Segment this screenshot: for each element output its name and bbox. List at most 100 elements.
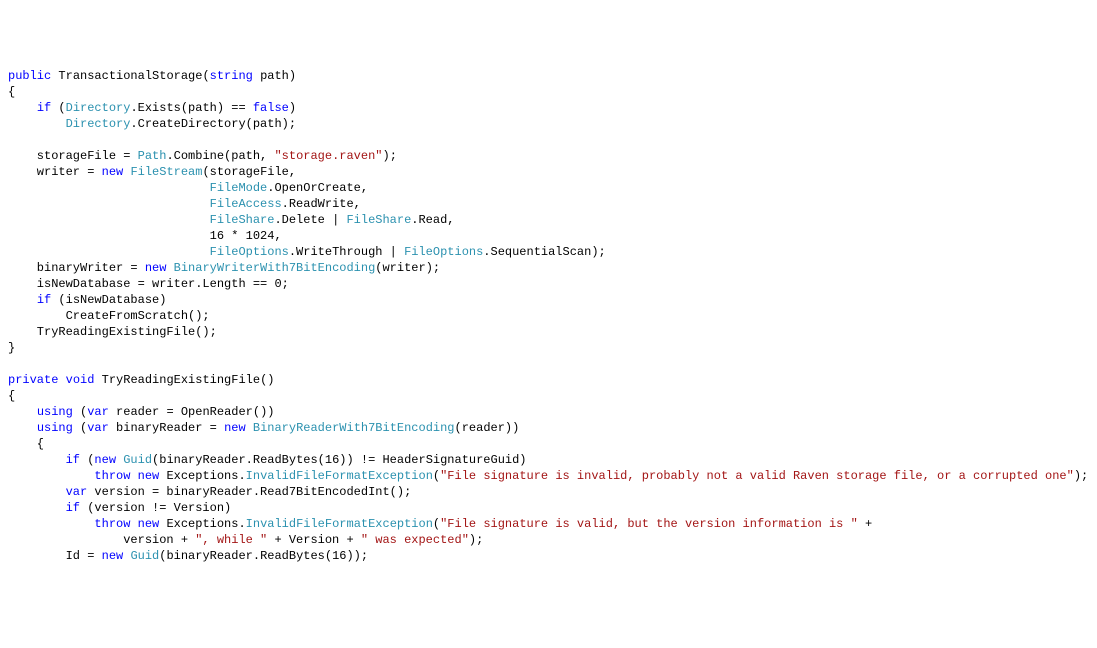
code-token — [246, 421, 253, 435]
code-line[interactable]: if (new Guid(binaryReader.ReadBytes(16))… — [8, 452, 1089, 468]
code-token: string — [210, 69, 253, 83]
code-token — [8, 421, 37, 435]
code-token: ( — [73, 421, 87, 435]
code-line[interactable]: storageFile = Path.Combine(path, "storag… — [8, 148, 1089, 164]
code-line[interactable]: TryReadingExistingFile(); — [8, 324, 1089, 340]
code-token — [8, 517, 94, 531]
code-token: new — [224, 421, 246, 435]
code-line[interactable]: version + ", while " + Version + " was e… — [8, 532, 1089, 548]
code-token — [8, 245, 210, 259]
code-token: "storage.raven" — [274, 149, 382, 163]
code-token: using — [37, 405, 73, 419]
code-token: var — [87, 405, 109, 419]
code-line[interactable]: { — [8, 388, 1089, 404]
code-token: (writer); — [375, 261, 440, 275]
code-line[interactable]: FileShare.Delete | FileShare.Read, — [8, 212, 1089, 228]
code-token: Guid — [130, 549, 159, 563]
code-line[interactable]: FileAccess.ReadWrite, — [8, 196, 1089, 212]
code-token: + Version + — [267, 533, 361, 547]
code-token: FileShare — [346, 213, 411, 227]
code-token: ); — [1074, 469, 1088, 483]
code-token: path) — [253, 69, 296, 83]
code-token: writer = — [8, 165, 102, 179]
code-token: Directory — [66, 117, 131, 131]
code-token: if — [37, 293, 51, 307]
code-token: (binaryReader.ReadBytes(16)) != HeaderSi… — [152, 453, 526, 467]
code-token: (isNewDatabase) — [51, 293, 166, 307]
code-line[interactable]: var version = binaryReader.Read7BitEncod… — [8, 484, 1089, 500]
code-token: ); — [383, 149, 397, 163]
code-line[interactable]: if (version != Version) — [8, 500, 1089, 516]
code-token: + — [858, 517, 872, 531]
code-token: 16 * 1024, — [8, 229, 282, 243]
code-token: reader = OpenReader()) — [109, 405, 275, 419]
code-line[interactable] — [8, 132, 1089, 148]
code-token — [8, 197, 210, 211]
code-token: if — [66, 453, 80, 467]
code-line[interactable]: throw new Exceptions.InvalidFileFormatEx… — [8, 468, 1089, 484]
code-line[interactable]: if (Directory.Exists(path) == false) — [8, 100, 1089, 116]
code-token: new — [138, 469, 160, 483]
code-token: public — [8, 69, 51, 83]
code-token — [8, 293, 37, 307]
code-token — [123, 549, 130, 563]
code-token: ( — [80, 453, 94, 467]
code-token: BinaryWriterWith7BitEncoding — [174, 261, 376, 275]
code-line[interactable]: } — [8, 340, 1089, 356]
code-token: .Read, — [411, 213, 454, 227]
code-token: .Delete | — [274, 213, 346, 227]
code-token: BinaryReaderWith7BitEncoding — [253, 421, 455, 435]
code-token: .ReadWrite, — [282, 197, 361, 211]
code-token: void — [66, 373, 95, 387]
code-token: .CreateDirectory(path); — [130, 117, 296, 131]
code-token: FileOptions — [404, 245, 483, 259]
code-line[interactable]: private void TryReadingExistingFile() — [8, 372, 1089, 388]
code-token — [8, 213, 210, 227]
code-line[interactable]: { — [8, 84, 1089, 100]
code-token: (reader)) — [455, 421, 520, 435]
code-line[interactable]: Directory.CreateDirectory(path); — [8, 116, 1089, 132]
code-line[interactable]: binaryWriter = new BinaryWriterWith7BitE… — [8, 260, 1089, 276]
code-token — [8, 485, 66, 499]
code-line[interactable]: 16 * 1024, — [8, 228, 1089, 244]
code-line[interactable]: public TransactionalStorage(string path) — [8, 68, 1089, 84]
code-token: .OpenOrCreate, — [267, 181, 368, 195]
code-token: FileAccess — [210, 197, 282, 211]
code-token: version = binaryReader.Read7BitEncodedIn… — [87, 485, 411, 499]
code-token — [130, 469, 137, 483]
code-token: " was expected" — [361, 533, 469, 547]
code-line[interactable]: Id = new Guid(binaryReader.ReadBytes(16)… — [8, 548, 1089, 564]
code-line[interactable]: FileMode.OpenOrCreate, — [8, 180, 1089, 196]
code-token: storageFile = — [8, 149, 138, 163]
code-token: .Combine(path, — [166, 149, 274, 163]
code-token — [8, 405, 37, 419]
code-line[interactable]: writer = new FileStream(storageFile, — [8, 164, 1089, 180]
code-line[interactable]: FileOptions.WriteThrough | FileOptions.S… — [8, 244, 1089, 260]
code-line[interactable] — [8, 356, 1089, 372]
code-line[interactable]: using (var reader = OpenReader()) — [8, 404, 1089, 420]
code-token: InvalidFileFormatException — [246, 469, 433, 483]
code-token: .Exists(path) == — [130, 101, 252, 115]
code-token: Id = — [8, 549, 102, 563]
code-editor[interactable]: public TransactionalStorage(string path)… — [8, 68, 1089, 564]
code-token: using — [37, 421, 73, 435]
code-token: .SequentialScan); — [483, 245, 605, 259]
code-line[interactable]: throw new Exceptions.InvalidFileFormatEx… — [8, 516, 1089, 532]
code-line[interactable]: { — [8, 436, 1089, 452]
code-line[interactable]: if (isNewDatabase) — [8, 292, 1089, 308]
code-token: new — [94, 453, 116, 467]
code-token — [166, 261, 173, 275]
code-line[interactable]: using (var binaryReader = new BinaryRead… — [8, 420, 1089, 436]
code-line[interactable]: isNewDatabase = writer.Length == 0; — [8, 276, 1089, 292]
code-token: new — [102, 165, 124, 179]
code-token: isNewDatabase = writer.Length == 0; — [8, 277, 289, 291]
code-token: var — [87, 421, 109, 435]
code-token: FileShare — [210, 213, 275, 227]
code-line[interactable]: CreateFromScratch(); — [8, 308, 1089, 324]
code-token — [58, 373, 65, 387]
code-token: (storageFile, — [202, 165, 296, 179]
code-token: if — [66, 501, 80, 515]
code-token: { — [8, 437, 44, 451]
code-token: var — [66, 485, 88, 499]
code-token: (binaryReader.ReadBytes(16)); — [159, 549, 368, 563]
